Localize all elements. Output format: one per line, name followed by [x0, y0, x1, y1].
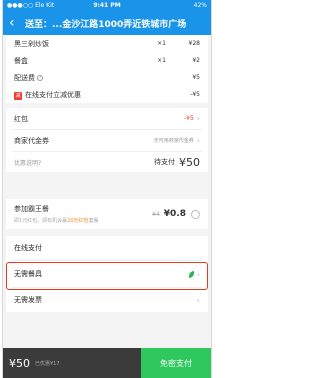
item-qty: ×1	[157, 40, 166, 47]
status-bar: ●●●○○ Ele Kit 9:41 PM 42%	[3, 0, 211, 11]
free-meal-row[interactable]: 参加霸王餐 即1元红包，即有机会赢20元红包套餐 ¥4 ¥0.8	[6, 199, 208, 229]
nav-bar: ‹ 送至：...金沙江路1000弄近铁城市广场	[3, 11, 211, 35]
red-packet-value: -¥5	[183, 115, 194, 122]
online-discount-row: 减在线支付立减优惠 -¥5	[6, 86, 208, 103]
delivery-address[interactable]: 送至：...金沙江路1000弄近铁城市广场	[25, 17, 186, 30]
item-price: ¥28	[188, 40, 200, 47]
free-meal-radio[interactable]	[191, 209, 200, 219]
order-item: 黑三剁炒饭 ×1 ¥28	[6, 35, 208, 52]
merchant-coupon-value: 无可用商家代金券	[153, 138, 194, 144]
total-row: 优惠说明? 待支付 ¥50	[6, 152, 208, 172]
order-items-card: 黑三剁炒饭 ×1 ¥28 餐盒 ×1 ¥2 配送费? ¥5 减在线支付立减优惠 …	[6, 35, 208, 103]
order-item: 餐盒 ×1 ¥2	[6, 52, 208, 69]
back-arrow-icon[interactable]: ‹	[9, 16, 23, 30]
bottom-discount: 已优惠¥17	[35, 360, 60, 367]
item-qty: ×1	[157, 57, 166, 64]
chevron-right-icon: ›	[196, 136, 200, 145]
red-packet-label: 红包	[14, 114, 28, 123]
discount-tag-icon: 减	[14, 91, 22, 100]
bottom-total-amount: ¥50	[9, 356, 30, 370]
app-frame: ●●●○○ Ele Kit 9:41 PM 42% ‹ 送至：...金沙江路10…	[2, 0, 212, 378]
pay-label: 待支付	[154, 158, 175, 166]
free-meal-card[interactable]: 参加霸王餐 即1元红包，即有机会赢20元红包套餐 ¥4 ¥0.8	[6, 199, 208, 229]
coupons-card: 红包 -¥5 › 商家代金券 无可用商家代金券 › 优惠说明? 待支付 ¥50	[6, 108, 208, 172]
item-name: 餐盒	[14, 56, 28, 65]
delivery-fee-value: ¥5	[192, 74, 200, 81]
discount-note-label: 优惠说明	[14, 159, 39, 167]
online-pay-label: 在线支付	[14, 244, 42, 252]
carrier-label: ●●●○○ Ele Kit	[7, 2, 55, 9]
info-icon[interactable]: ?	[38, 160, 41, 167]
delivery-fee-row: 配送费? ¥5	[6, 69, 208, 86]
pay-button[interactable]: 免密支付	[141, 348, 211, 378]
online-discount-value: -¥5	[190, 91, 200, 98]
info-icon[interactable]: ?	[37, 74, 43, 81]
total-amount: ¥50	[179, 155, 200, 169]
no-invoice-row[interactable]: 无需发票 ›	[6, 288, 208, 312]
delivery-fee-label: 配送费	[14, 73, 35, 82]
free-meal-title: 参加霸王餐	[14, 205, 49, 213]
online-pay-row[interactable]: 在线支付	[6, 236, 208, 260]
battery-level: 42%	[193, 2, 208, 9]
chevron-right-icon: ›	[196, 114, 200, 123]
free-meal-desc-highlight: 20元红包	[67, 218, 89, 224]
clock: 9:41 PM	[93, 2, 121, 9]
item-name: 黑三剁炒饭	[14, 39, 49, 48]
free-meal-price: ¥0.8	[163, 209, 186, 219]
highlight-box	[6, 262, 208, 290]
online-discount-label: 在线支付立减优惠	[25, 90, 81, 99]
bottom-bar: ¥50 已优惠¥17 免密支付	[3, 348, 211, 378]
free-meal-desc-suffix: 套餐	[88, 218, 99, 224]
merchant-coupon-label: 商家代金券	[14, 136, 49, 145]
no-invoice-label: 无需发票	[14, 296, 42, 304]
free-meal-desc-prefix: 即1元红包，即有机会赢	[14, 218, 68, 224]
chevron-right-icon: ›	[196, 295, 200, 305]
item-price: ¥2	[192, 57, 200, 64]
merchant-coupon-row[interactable]: 商家代金券 无可用商家代金券 ›	[6, 130, 208, 151]
free-meal-original-price: ¥4	[152, 210, 160, 218]
red-packet-row[interactable]: 红包 -¥5 ›	[6, 108, 208, 129]
